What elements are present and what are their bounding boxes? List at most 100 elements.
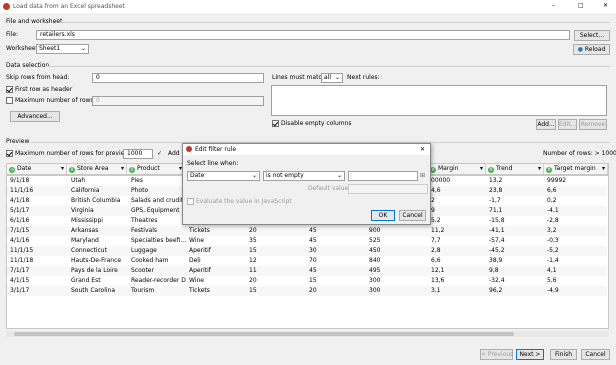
table-cell: GPS, Equipment [128, 206, 186, 216]
app-window: Load data from an Excel spreadsheet – □ … [0, 0, 616, 365]
max-rows-checkbox[interactable] [6, 97, 13, 104]
col-header-margin[interactable]: # Margin ▾ [428, 164, 486, 174]
select-file-button[interactable]: Select... [574, 30, 610, 41]
table-cell: 5/1/17 [7, 206, 68, 216]
column-select[interactable]: Date ⌄ [187, 171, 260, 181]
preview-max-rows-checkbox[interactable] [6, 150, 13, 157]
table-cell: Deli [189, 257, 201, 264]
horizontal-scrollbar[interactable] [6, 331, 609, 337]
dialog-close-icon[interactable]: ✕ [420, 146, 425, 154]
table-cell: South Carolina [68, 286, 128, 296]
file-path-field[interactable]: retailers.xls [36, 30, 570, 40]
add-rule-button[interactable]: Add... [536, 119, 556, 130]
evaluate-js-checkbox[interactable] [187, 198, 194, 205]
table-cell: 11/1/16 [7, 186, 68, 196]
table-row: 4/1/15 Grand Est Reader-recorder D... Wine 2… [7, 276, 607, 286]
apply-check-icon[interactable]: ✓ [157, 150, 162, 158]
table-cell: -45,2 [486, 246, 544, 256]
chevron-down-icon: ⌄ [334, 74, 340, 81]
number-type-icon: # [546, 167, 552, 173]
col-header-target-margin[interactable]: # Target margin ▾ [544, 164, 608, 174]
chevron-down-icon: ▾ [537, 165, 541, 172]
scrollbar-thumb[interactable] [14, 332, 514, 336]
first-row-header-checkbox[interactable] [6, 86, 13, 93]
table-cell: Theatres [131, 217, 158, 224]
table-cell: 20 [246, 226, 306, 236]
table-cell: 0,2 [547, 197, 557, 204]
next-button[interactable]: Next > [516, 349, 544, 360]
table-cell: 20 [249, 277, 257, 284]
lines-must-match-label: Lines must match [272, 74, 326, 81]
close-button[interactable]: ✕ [603, 2, 608, 10]
value-input[interactable] [348, 171, 418, 181]
table-cell: 6,6 [431, 257, 441, 264]
skip-rows-label: Skip rows from head: [6, 74, 70, 81]
chevron-down-icon: ⌄ [251, 172, 257, 179]
table-cell: 6,6 [544, 186, 607, 196]
table-cell: 495 [366, 266, 428, 276]
table-cell: 7/1/17 [7, 266, 68, 276]
value-picker-icon[interactable]: ⊞ [420, 172, 425, 180]
table-cell: -2,8 [547, 217, 559, 224]
col-header-store-area[interactable]: A Store Area ▾ [67, 164, 127, 174]
col-header-trend[interactable]: # Trend ▾ [486, 164, 544, 174]
default-value-input[interactable] [348, 184, 428, 194]
app-icon [3, 3, 10, 10]
table-cell: Wine [189, 237, 204, 244]
table-cell: Reader-recorder D... [131, 277, 186, 284]
reload-button[interactable]: ● Reload [573, 44, 610, 55]
preview-max-rows-input[interactable]: 1000 [123, 149, 153, 159]
worksheet-label: Worksheet [6, 45, 38, 52]
minimize-button[interactable]: – [552, 2, 555, 10]
table-cell: 300 [369, 277, 381, 284]
disable-empty-columns-checkbox[interactable] [272, 120, 279, 127]
col-header-date[interactable]: ◔ Date ▾ [7, 164, 67, 174]
file-section-divider [60, 22, 610, 23]
rules-list[interactable] [271, 85, 607, 116]
lines-match-select[interactable]: all ⌄ [321, 73, 343, 83]
table-cell: Aperitif [186, 246, 246, 256]
cancel-button[interactable]: Cancel [581, 349, 610, 360]
table-cell: 525 [369, 237, 381, 244]
table-cell: 2,8 [428, 246, 486, 256]
table-cell: Mississippi [71, 217, 103, 224]
preview-add-label[interactable]: Add [168, 150, 180, 158]
table-cell: 9,8 [486, 266, 544, 276]
dialog-title-bar: Edit filter rule ✕ [183, 144, 430, 155]
chevron-down-icon: ▾ [601, 165, 605, 172]
table-cell: -57,4 [489, 237, 505, 244]
operator-select[interactable]: is not empty ⌄ [263, 171, 345, 181]
table-cell: 13,6 [431, 277, 445, 284]
table-cell: 15 [309, 277, 317, 284]
table-cell: Pays de la Loire [68, 266, 128, 276]
table-cell: 11,2 [428, 226, 486, 236]
table-cell: -41,1 [486, 226, 544, 236]
table-cell: Tickets [186, 286, 246, 296]
row-count-label: Number of rows: > 1000 [543, 150, 616, 157]
dialog-ok-button[interactable]: OK [371, 210, 395, 221]
worksheet-select[interactable]: Sheet1 ⌄ [36, 44, 89, 54]
chevron-down-icon: ▾ [479, 165, 483, 172]
chevron-down-icon: ⌄ [80, 45, 86, 52]
table-cell: 9 [428, 206, 486, 216]
table-cell: 12 [249, 257, 257, 264]
col-header-product[interactable]: A Product ▾ [127, 164, 185, 174]
table-row: 7/1/15 Arkansas Festivals Tickets 20 45 900 11,… [7, 226, 607, 236]
table-cell: Festivals [128, 226, 186, 236]
table-cell: 45 [306, 266, 366, 276]
skip-rows-input[interactable]: 0 [92, 73, 264, 83]
maximize-button[interactable]: □ [578, 2, 584, 10]
dialog-cancel-button[interactable]: Cancel [399, 210, 426, 221]
remove-rule-button[interactable]: Remove [579, 119, 607, 130]
finish-button[interactable]: Finish [550, 349, 577, 360]
advanced-button[interactable]: Advanced... [10, 111, 60, 122]
disable-empty-columns-label: Disable empty columns [281, 120, 352, 127]
edit-rule-button[interactable]: Edit... [558, 119, 577, 130]
previous-button[interactable]: < Previous [480, 349, 513, 360]
max-rows-input[interactable]: 0 [92, 96, 264, 106]
table-cell: 45 [306, 226, 366, 236]
table-cell: 00000 [431, 177, 451, 184]
table-row: 3/1/17 South Carolina Tourism Tickets 15 20 30… [7, 286, 607, 296]
table-cell: 71,1 [486, 206, 544, 216]
table-cell: 2 [431, 197, 435, 204]
